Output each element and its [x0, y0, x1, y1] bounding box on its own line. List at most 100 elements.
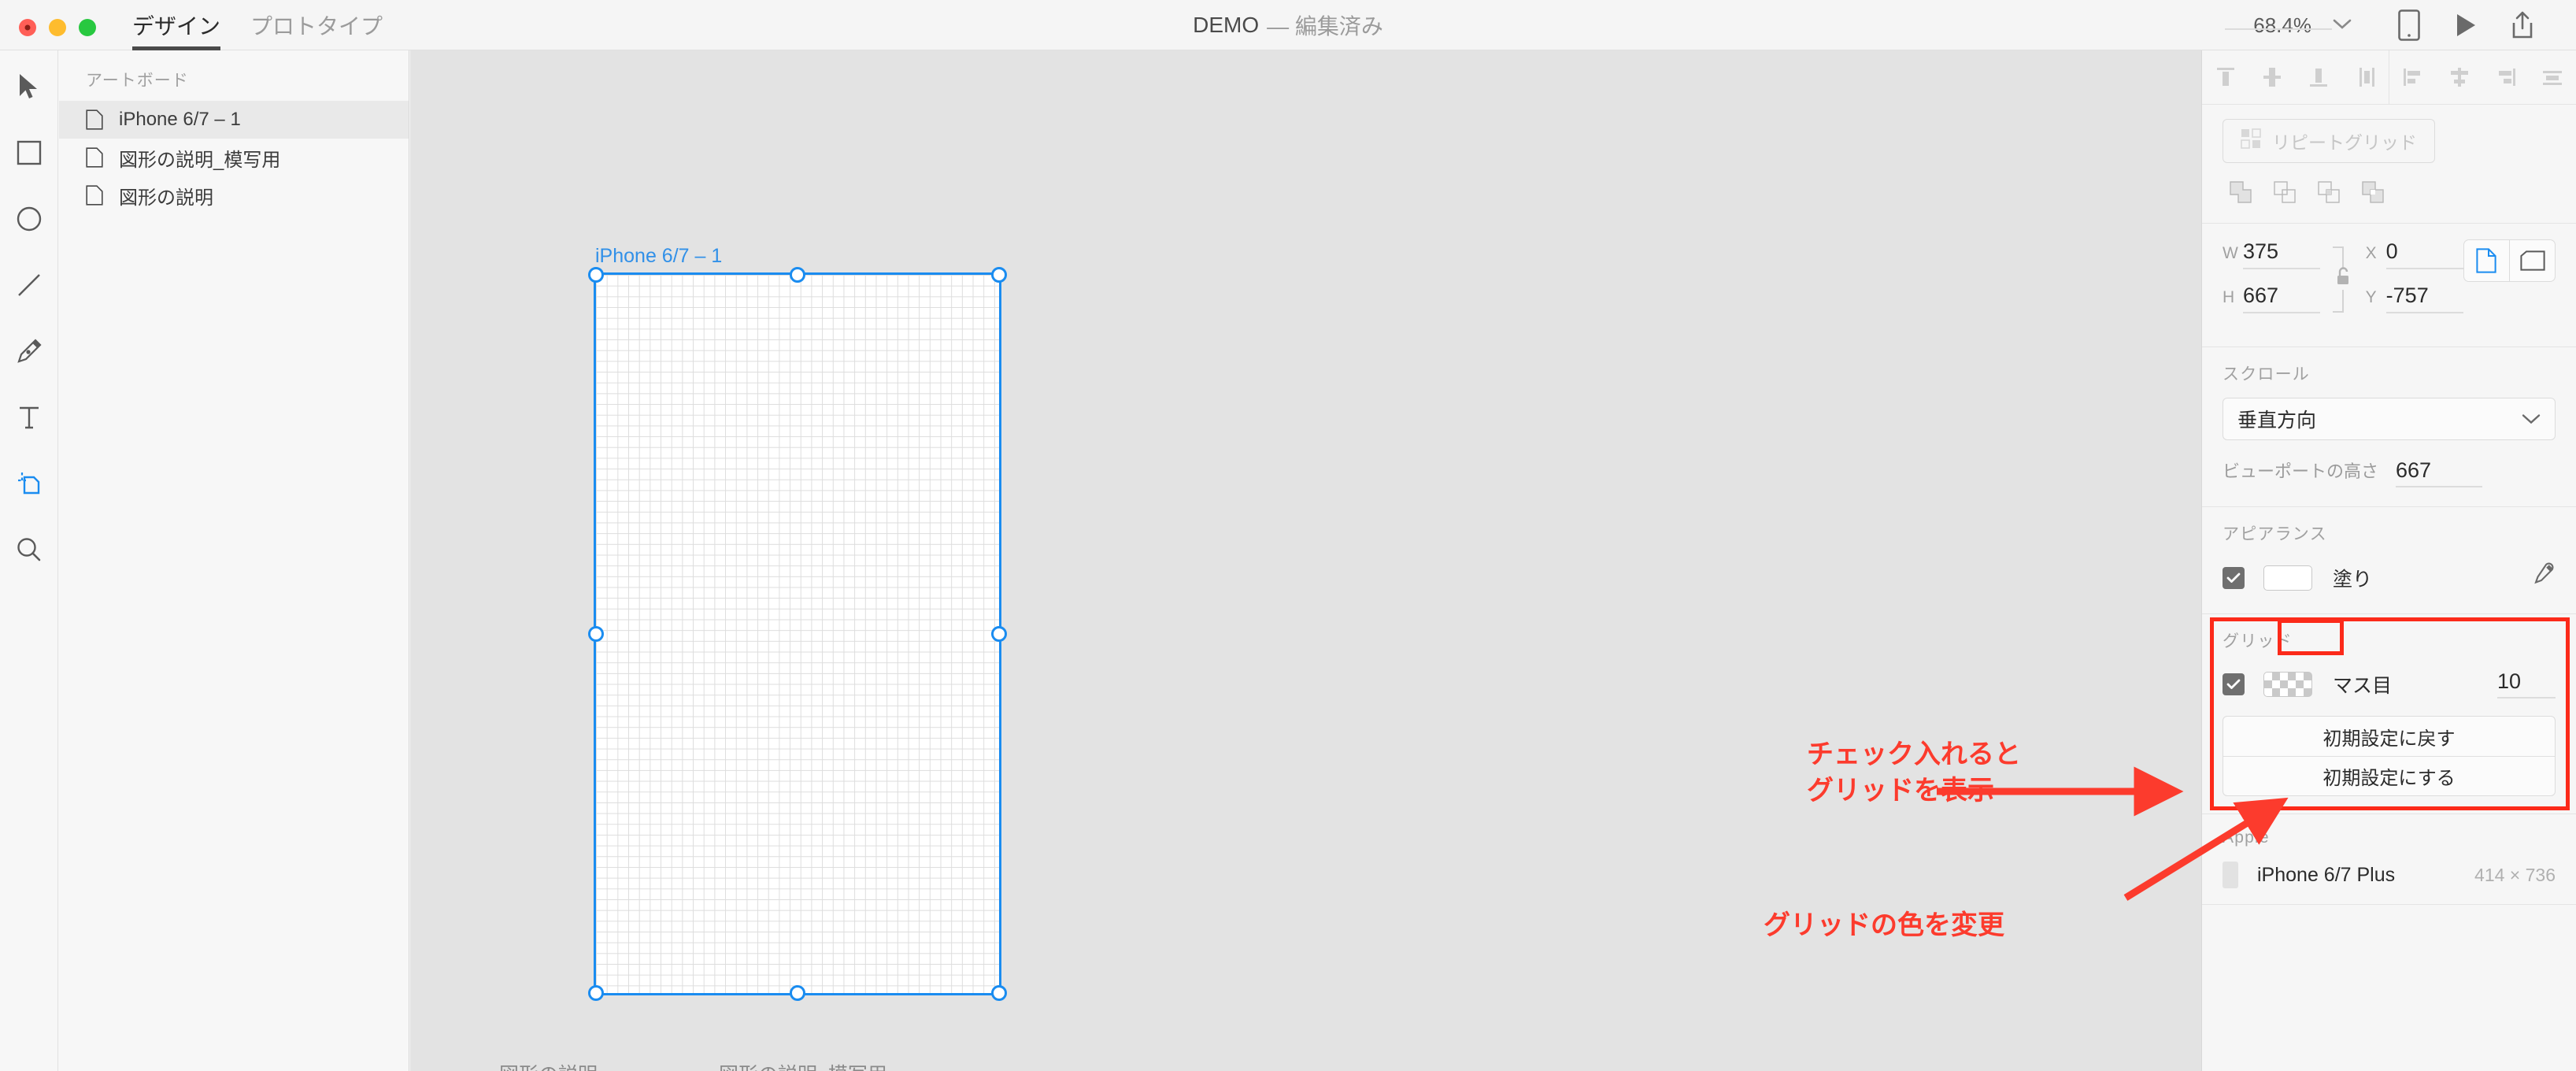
canvas-label-shape-desc[interactable]: 図形の説明	[499, 1059, 598, 1071]
repeat-grid-label: リピートグリッド	[2272, 132, 2417, 153]
maximize-button[interactable]	[79, 19, 96, 36]
annotation-grid-color-text: グリッドの色を変更	[1764, 910, 2004, 940]
grid-make-default-button[interactable]: 初期設定にする	[2223, 756, 2555, 795]
device-list-item[interactable]: iPhone 6/7 Plus 414 × 736	[2202, 847, 2576, 896]
repeat-grid-icon	[2241, 128, 2261, 154]
chevron-down-icon	[2522, 408, 2541, 431]
selection-handle-middle-right[interactable]	[991, 626, 1007, 642]
grid-color-swatch-highlight	[2278, 619, 2344, 655]
toolbar-right: 68.4%	[2225, 0, 2551, 50]
xd-application-window: デザイン プロトタイプ DEMO — 編集済み 68.4% アートボード iPh…	[0, 0, 2576, 1071]
property-inspector: リピートグリッド W 375 H 667 X 0 Y -757 スクロール 垂直…	[2201, 50, 2576, 1071]
artboard-section-title: アートボード	[86, 72, 189, 90]
height-input[interactable]: 667	[2243, 284, 2320, 313]
scroll-direction-select[interactable]: 垂直方向	[2223, 398, 2556, 440]
viewport-height-input[interactable]: 667	[2396, 458, 2483, 487]
grid-enable-checkbox[interactable]	[2223, 673, 2245, 695]
aspect-lock-toggle[interactable]	[2320, 239, 2366, 318]
selection-handle-bottom-right[interactable]	[991, 985, 1007, 1001]
artboard-file-icon	[86, 185, 103, 206]
y-input[interactable]: -757	[2385, 284, 2463, 313]
dimensions-section: W 375 H 667 X 0 Y -757	[2202, 224, 2576, 347]
grid-square-size-input[interactable]: 10	[2497, 669, 2556, 699]
select-tool[interactable]	[7, 65, 51, 109]
close-button[interactable]	[19, 19, 36, 36]
landscape-icon[interactable]	[2509, 240, 2555, 281]
zoom-control[interactable]: 68.4%	[2225, 13, 2352, 38]
sidebar-item-label: 図形の説明	[119, 187, 213, 209]
zoom-tool[interactable]	[7, 528, 51, 572]
size-fields: W 375 H 667	[2223, 239, 2320, 328]
fill-color-swatch[interactable]	[2263, 565, 2312, 591]
sidebar-item-label: 図形の説明_模写用	[119, 149, 281, 171]
width-input[interactable]: 375	[2243, 239, 2320, 269]
align-horizontal-group	[2389, 50, 2576, 104]
artboard-file-icon	[86, 109, 103, 130]
window-controls	[19, 19, 96, 36]
scroll-section: スクロール 垂直方向 ビューポートの高さ 667	[2202, 347, 2576, 507]
chevron-down-icon	[2332, 17, 2352, 34]
fill-checkbox[interactable]	[2223, 566, 2245, 589]
play-icon[interactable]	[2437, 0, 2494, 50]
boolean-subtract-icon[interactable]	[2267, 174, 2303, 210]
grid-reset-button[interactable]: 初期設定に戻す	[2223, 717, 2555, 756]
artboard-file-icon	[86, 147, 103, 168]
canvas-label-shape-desc-copy[interactable]: 図形の説明_模写用	[719, 1059, 887, 1071]
distribute-horizontal-icon[interactable]	[2534, 59, 2570, 95]
canvas-artboard-label[interactable]: iPhone 6/7 – 1	[595, 245, 722, 268]
repeat-and-boolean-section: リピートグリッド	[2202, 105, 2576, 224]
boolean-intersect-icon[interactable]	[2311, 174, 2347, 210]
selection-handle-bottom-left[interactable]	[588, 985, 604, 1001]
line-tool[interactable]	[7, 263, 51, 307]
width-label: W	[2223, 244, 2238, 262]
minimize-button[interactable]	[49, 19, 66, 36]
boolean-exclude-icon[interactable]	[2355, 174, 2391, 210]
text-tool[interactable]	[7, 395, 51, 439]
align-vertical-group	[2202, 50, 2389, 104]
appearance-section: アピアランス 塗り	[2202, 507, 2576, 614]
selection-handle-top-left[interactable]	[588, 267, 604, 283]
x-label: X	[2365, 244, 2377, 262]
x-input[interactable]: 0	[2385, 239, 2463, 269]
tool-rail	[0, 50, 58, 1071]
pen-tool[interactable]	[7, 329, 51, 373]
align-top-icon[interactable]	[2208, 59, 2244, 95]
boolean-add-icon[interactable]	[2223, 174, 2259, 210]
device-size: 414 × 736	[2474, 864, 2556, 885]
selection-handle-top-center[interactable]	[790, 267, 805, 283]
selection-handle-top-right[interactable]	[991, 267, 1007, 283]
sidebar-item-artboard-3[interactable]: 図形の説明	[59, 176, 409, 214]
sidebar-item-label: iPhone 6/7 – 1	[119, 109, 241, 130]
ellipse-tool[interactable]	[7, 197, 51, 241]
device-preview-icon[interactable]	[2381, 0, 2437, 50]
tab-prototype[interactable]: プロトタイプ	[250, 0, 383, 50]
align-right-icon[interactable]	[2488, 59, 2524, 95]
artboard-tool[interactable]	[7, 461, 51, 506]
alignment-section	[2202, 50, 2576, 105]
document-edited-state: — 編集済み	[1267, 14, 1383, 39]
align-center-icon[interactable]	[2441, 59, 2478, 95]
sidebar-item-artboard-2[interactable]: 図形の説明_模写用	[59, 139, 409, 176]
scroll-section-title: スクロール	[2223, 365, 2310, 384]
orientation-toggle-group	[2463, 239, 2556, 282]
share-icon[interactable]	[2494, 0, 2551, 50]
y-label: Y	[2365, 288, 2377, 306]
eyedropper-icon[interactable]	[2529, 562, 2556, 593]
selection-handle-middle-left[interactable]	[588, 626, 604, 642]
artboard-iphone-6-7-1[interactable]	[594, 272, 1001, 995]
align-left-icon[interactable]	[2395, 59, 2431, 95]
rectangle-tool[interactable]	[7, 131, 51, 175]
sidebar-item-artboard-1[interactable]: iPhone 6/7 – 1	[59, 101, 409, 139]
tab-design[interactable]: デザイン	[132, 0, 221, 50]
repeat-grid-button[interactable]: リピートグリッド	[2223, 119, 2435, 163]
selection-handle-bottom-center[interactable]	[790, 985, 805, 1001]
height-label: H	[2223, 288, 2235, 306]
portrait-icon[interactable]	[2464, 240, 2510, 281]
grid-color-swatch[interactable]	[2263, 671, 2312, 697]
zoom-level-value: 68.4%	[2253, 13, 2311, 37]
mode-tabs: デザイン プロトタイプ	[132, 0, 383, 50]
position-fields: X 0 Y -757	[2366, 239, 2463, 328]
distribute-vertical-icon[interactable]	[2347, 59, 2383, 95]
align-bottom-icon[interactable]	[2300, 59, 2337, 95]
align-middle-icon[interactable]	[2254, 59, 2290, 95]
